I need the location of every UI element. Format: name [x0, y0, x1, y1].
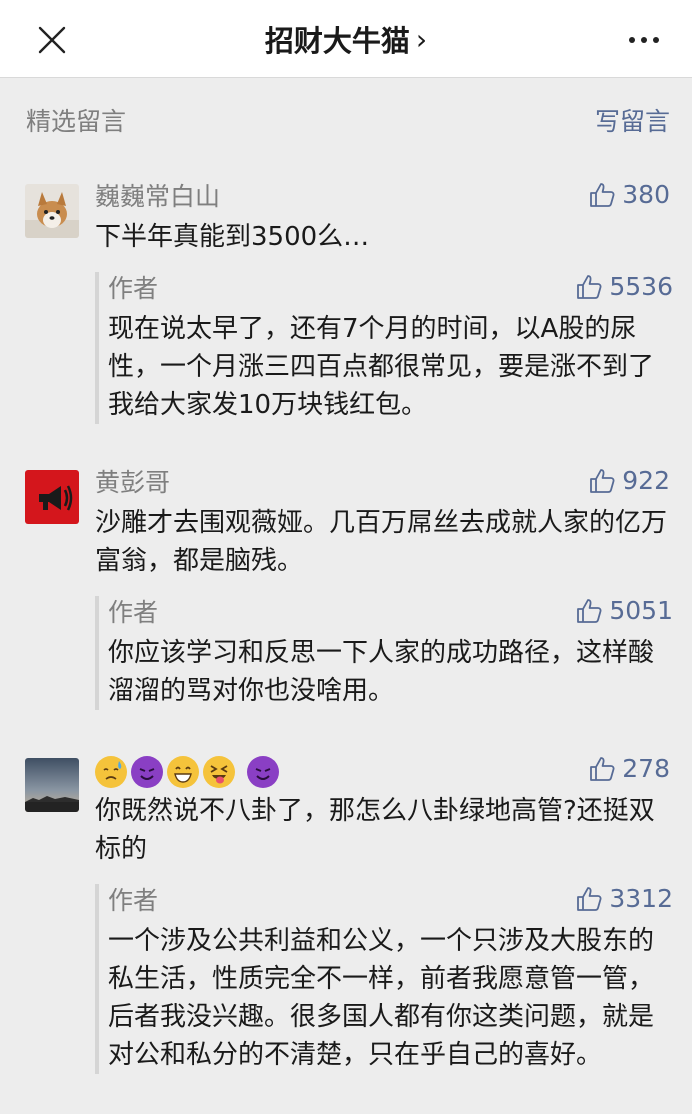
comment-nickname: 黄彭哥 — [95, 468, 171, 497]
featured-comments-header: 精选留言 写留言 — [0, 78, 692, 158]
dusk-sky-avatar-icon — [25, 758, 79, 812]
author-reply: 作者 5536 现在说太早了，还有7个月的时间，以A股的尿性，一个月涨三四百点都… — [95, 272, 675, 424]
reply-text: 你应该学习和反思一下人家的成功路径，这样酸溜溜的骂对你也没啥用。 — [108, 638, 655, 706]
avatar[interactable] — [25, 758, 79, 812]
reply-text: 现在说太早了，还有7个月的时间，以A股的尿性，一个月涨三四百点都很常见，要是涨不… — [108, 314, 655, 420]
more-dot — [653, 37, 659, 43]
smiling-devil-emoji-icon — [131, 756, 163, 788]
like-count: 278 — [622, 754, 670, 783]
write-comment-link[interactable]: 写留言 — [595, 102, 670, 138]
like-button[interactable]: 922 — [588, 466, 670, 495]
account-name: 招财大牛猫 — [264, 24, 410, 58]
like-count: 3312 — [609, 884, 673, 913]
thumbs-up-icon — [590, 468, 615, 493]
thumbs-up-icon — [590, 756, 615, 781]
grinning-emoji-icon — [167, 756, 199, 788]
avatar[interactable] — [25, 184, 79, 238]
comment-text: 下半年真能到3500么… — [95, 222, 370, 252]
nickname-emojis — [95, 752, 279, 792]
reply-like-button[interactable]: 5536 — [575, 272, 673, 301]
comment-text: 沙雕才去围观薇娅。几百万屌丝去成就人家的亿万富翁，都是脑残。 — [95, 508, 668, 576]
like-button[interactable]: 278 — [588, 754, 670, 783]
like-count: 5536 — [609, 272, 673, 301]
section-title: 精选留言 — [26, 107, 127, 136]
thumbs-up-icon — [577, 274, 602, 299]
author-reply: 作者 3312 一个涉及公共利益和公义，一个只涉及大股东的私生活，性质完全不一样… — [95, 884, 675, 1074]
thumbs-up-icon — [577, 886, 602, 911]
reply-like-button[interactable]: 5051 — [575, 596, 673, 625]
thumbs-up-icon — [577, 598, 602, 623]
downcast-sweat-emoji-icon — [95, 756, 127, 788]
smiling-devil-emoji-icon — [247, 756, 279, 788]
reply-like-button[interactable]: 3312 — [575, 884, 673, 913]
like-count: 380 — [622, 180, 670, 209]
more-button[interactable] — [622, 22, 666, 58]
thumbs-up-icon — [590, 182, 615, 207]
comment-nickname: 巍巍常白山 — [95, 182, 221, 211]
avatar[interactable] — [25, 470, 79, 524]
more-dot — [641, 37, 647, 43]
account-title-link[interactable]: 招财大牛猫 › — [0, 0, 692, 78]
reply-text: 一个涉及公共利益和公义，一个只涉及大股东的私生活，性质完全不一样，前者我愿意管一… — [108, 926, 655, 1070]
top-bar: 招财大牛猫 › — [0, 0, 692, 78]
author-reply: 作者 5051 你应该学习和反思一下人家的成功路径，这样酸溜溜的骂对你也没啥用。 — [95, 596, 675, 710]
like-count: 5051 — [609, 596, 673, 625]
chevron-right-icon: › — [415, 22, 428, 56]
like-button[interactable]: 380 — [588, 180, 670, 209]
megaphone-avatar-icon — [25, 470, 79, 524]
squinting-tongue-emoji-icon — [203, 756, 235, 788]
more-dot — [629, 37, 635, 43]
like-count: 922 — [622, 466, 670, 495]
comment-text: 你既然说不八卦了，那怎么八卦绿地高管?还挺双标的 — [95, 796, 655, 864]
dog-avatar-icon — [25, 184, 79, 238]
